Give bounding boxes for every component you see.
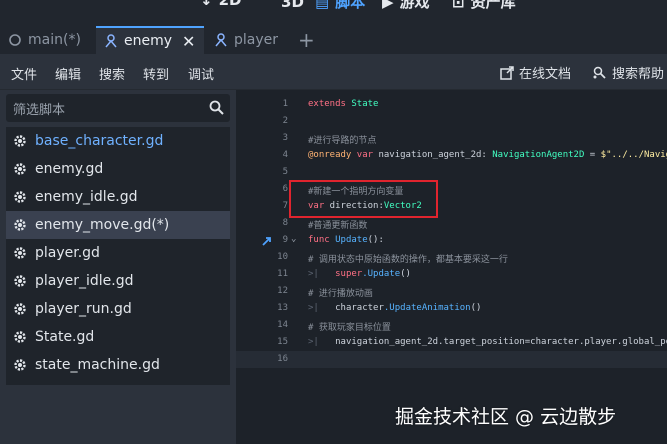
help-search-icon [593,66,606,79]
search-icon [209,100,224,115]
screen-2d-button[interactable]: ↕ 2D [200,0,241,9]
character-body-icon [105,34,117,48]
menu-edit[interactable]: 编辑 [55,64,81,83]
menu-goto[interactable]: 转到 [143,64,169,83]
tab-indent-icon: >| [308,303,319,313]
gear-icon [14,303,26,315]
code-line: 5 [282,167,288,177]
screen-3d-button[interactable]: ⌒ 3D [260,0,304,12]
gear-icon [14,359,26,371]
menu-file[interactable]: 文件 [11,64,37,83]
code-line: 12 # 进行播放动画 [277,286,373,299]
online-docs-button[interactable]: 在线文档 [500,63,571,82]
node-circle-icon [9,34,21,46]
list-item[interactable]: player_run.gd [6,295,230,323]
code-line: 10 # 调用状态中原始函数的操作，都基本要采这一行 [277,252,508,265]
menu-search[interactable]: 搜索 [99,64,125,83]
script-file-list: base_character.gd enemy.gd enemy_idle.gd… [6,127,230,385]
code-line: 13 >| character.UpdateAnimation() [277,303,482,313]
list-item[interactable]: player.gd [6,239,230,267]
list-item[interactable]: player_idle.gd [6,267,230,295]
gear-icon [14,275,26,287]
code-line: 4 @onready var navigation_agent_2d: Navi… [282,150,667,160]
list-item[interactable]: state_machine.gd [6,351,230,379]
character-body-icon [215,33,227,47]
list-item-selected[interactable]: enemy_move.gd(*) [6,211,230,239]
gear-icon [14,135,26,147]
tab-main[interactable]: main(*) [8,26,94,54]
assetlib-icon: ⊡ [452,0,465,11]
menu-debug[interactable]: 调试 [188,64,214,83]
code-line: 1 extends State [282,99,379,109]
gear-icon [14,163,26,175]
code-line: 9 ⌄ func Update(): [282,234,384,245]
script-icon: ▤ [315,0,330,11]
code-line-current: 16 [236,351,667,368]
gear-icon [14,247,26,259]
screen-game-button[interactable]: ▶ 游戏 [382,0,430,12]
tab-indent-icon: >| [308,337,319,347]
gear-icon [14,219,26,231]
code-line: 3 #进行导路的节点 [282,133,377,146]
game-icon: ▶ [382,0,394,11]
2d-icon: ↕ [200,0,213,9]
gear-icon [14,191,26,203]
script-menu-bar: 文件 编辑 搜索 转到 调试 在线文档 搜索帮助 [0,54,667,90]
list-item[interactable]: base_character.gd [6,127,230,155]
code-line: 11 >| super.Update() [277,269,411,279]
tab-enemy[interactable]: enemy ✕ [96,26,204,54]
script-list-panel: 筛选脚本 base_character.gd enemy.gd enemy_id… [0,90,236,444]
main-screen-bar: ↕ 2D ⌒ 3D ▤ 脚本 ▶ 游戏 ⊡ 资产库 [0,0,667,26]
fold-arrow-icon[interactable]: ⌄ [291,234,296,244]
code-line: 14 # 获取玩家目标位置 [277,320,391,333]
screen-assetlib-button[interactable]: ⊡ 资产库 [452,0,516,12]
tab-indent-icon: >| [308,269,319,279]
code-editor[interactable]: 1 extends State 2 3 #进行导路的节点 4 @onready … [236,90,667,444]
gear-icon [14,331,26,343]
screen-script-button[interactable]: ▤ 脚本 [315,0,365,12]
list-item[interactable]: enemy.gd [6,155,230,183]
override-method-icon[interactable] [261,235,273,247]
scene-tabs: main(*) enemy ✕ player + [0,26,667,54]
search-help-button[interactable]: 搜索帮助 [592,63,664,82]
add-tab-icon[interactable]: + [298,28,315,52]
close-tab-icon[interactable]: ✕ [182,32,195,51]
tab-player[interactable]: player [214,26,292,54]
external-link-icon [500,65,514,80]
highlight-box [289,180,438,218]
list-item[interactable]: enemy_idle.gd [6,183,230,211]
code-line: 15 >| navigation_agent_2d.target_positio… [277,337,667,347]
filter-scripts-input[interactable]: 筛选脚本 [6,94,230,122]
code-line: 2 [282,116,288,126]
3d-icon: ⌒ [260,0,276,11]
list-item[interactable]: State.gd [6,323,230,351]
watermark: 掘金技术社区 @ 云边散步 [395,406,617,428]
